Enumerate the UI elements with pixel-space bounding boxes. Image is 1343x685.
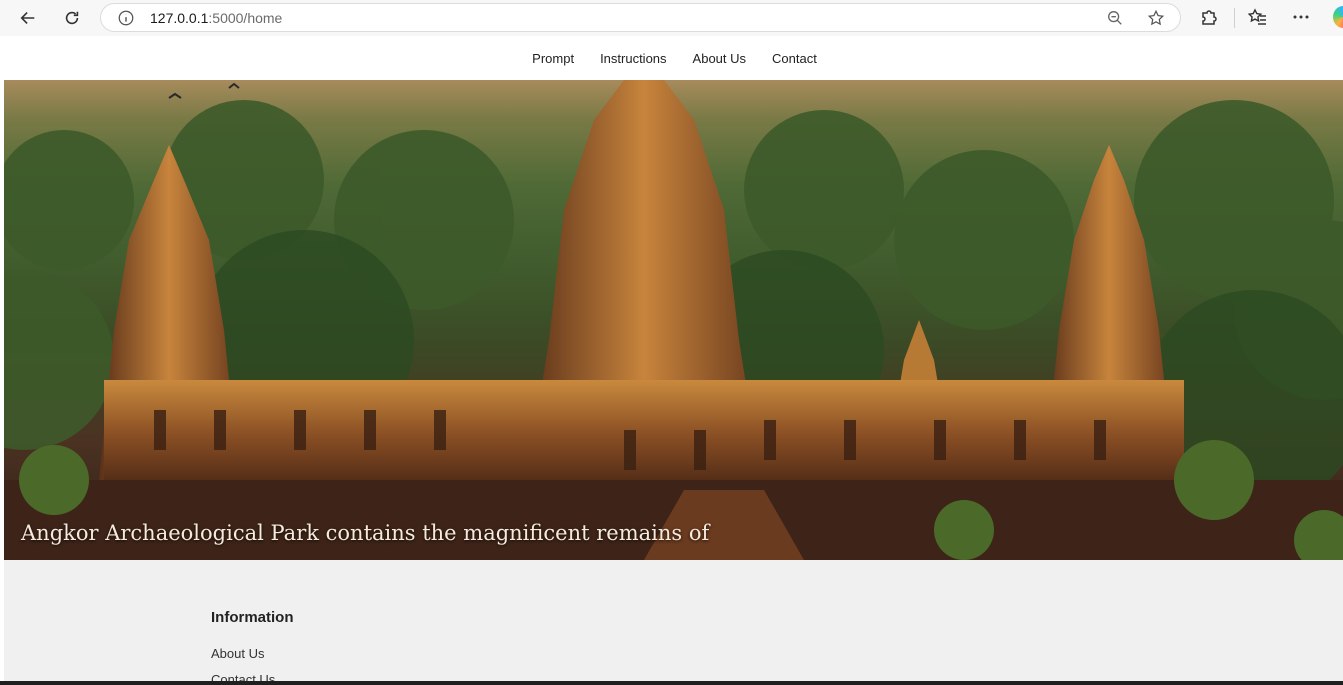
footer-link-contact-us[interactable]: Contact Us <box>211 672 275 681</box>
page-viewport: Prompt Instructions About Us Contact Ang… <box>4 37 1343 681</box>
nav-item-prompt[interactable]: Prompt <box>530 51 574 66</box>
address-bar[interactable]: 127.0.0.1:5000/home <box>100 3 1181 32</box>
favorites-list-icon <box>1247 8 1266 25</box>
zoom-out-icon[interactable] <box>1106 9 1124 27</box>
toolbar-divider <box>1234 8 1235 28</box>
url-path: :5000/home <box>208 10 283 26</box>
footer-heading: Information <box>211 609 294 626</box>
footer: Information About Us Contact Us <box>4 560 1343 681</box>
back-arrow-icon <box>20 12 35 24</box>
info-icon[interactable] <box>117 9 135 27</box>
refresh-icon <box>65 11 79 25</box>
extensions-button[interactable] <box>1199 7 1219 27</box>
nav-item-about-us[interactable]: About Us <box>691 51 746 66</box>
hero-banner: Angkor Archaeological Park contains the … <box>4 80 1343 560</box>
more-dots-icon <box>1293 15 1309 19</box>
puzzle-icon <box>1202 10 1217 25</box>
hero-caption: Angkor Archaeological Park contains the … <box>21 521 710 545</box>
browser-toolbar: 127.0.0.1:5000/home <box>0 0 1343 36</box>
url-text[interactable]: 127.0.0.1:5000/home <box>150 10 282 26</box>
nav-item-instructions[interactable]: Instructions <box>598 51 666 66</box>
temple-illustration <box>4 80 1343 560</box>
footer-link-about-us[interactable]: About Us <box>211 646 264 661</box>
top-navigation: Prompt Instructions About Us Contact <box>4 37 1343 80</box>
back-button[interactable] <box>16 6 40 30</box>
favorite-star-icon[interactable] <box>1147 9 1165 27</box>
url-host: 127.0.0.1 <box>150 10 209 26</box>
favorites-button[interactable] <box>1247 7 1268 27</box>
refresh-button[interactable] <box>60 6 84 30</box>
nav-item-contact[interactable]: Contact <box>770 51 817 66</box>
copilot-icon[interactable] <box>1333 6 1343 28</box>
more-menu-button[interactable] <box>1291 7 1311 27</box>
window-bottom-edge <box>0 681 1343 685</box>
